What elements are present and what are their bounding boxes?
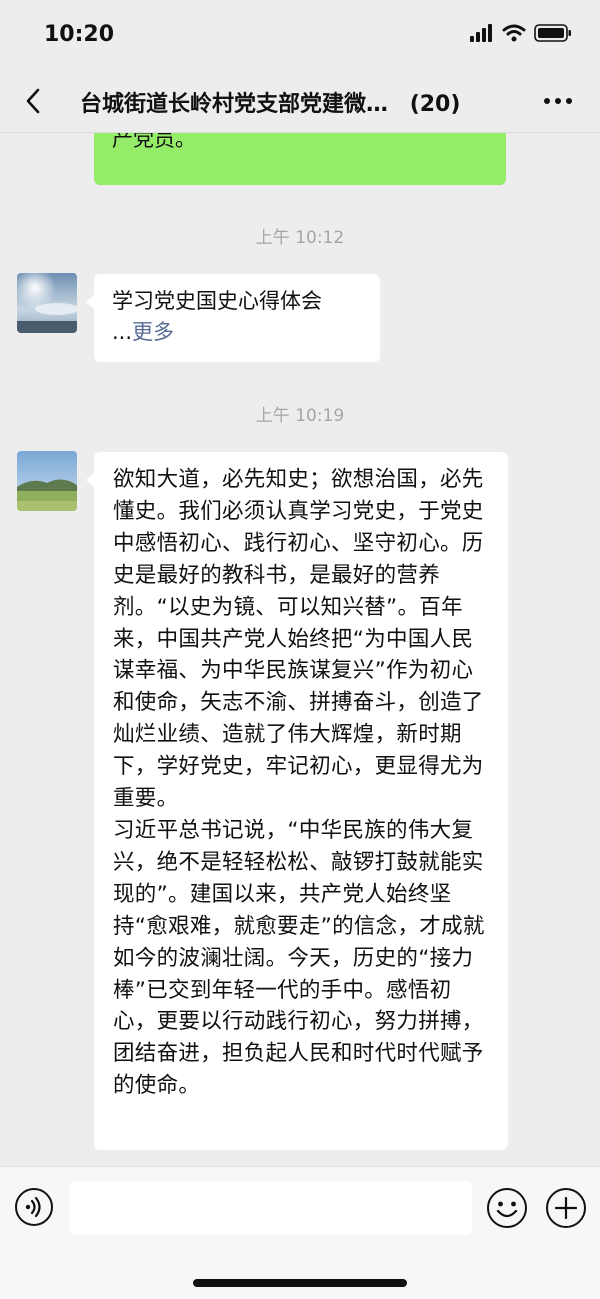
status-time: 10:20 xyxy=(44,22,115,47)
timestamp: 上午 10:19 xyxy=(255,406,345,426)
ellipsis-text: ... xyxy=(112,320,133,344)
avatar-sky-image xyxy=(17,273,77,333)
message-line: 产党员。 xyxy=(112,133,196,151)
avatar[interactable] xyxy=(17,273,77,333)
message-title: 学习党史国史心得体会 xyxy=(112,289,322,313)
received-message-bubble[interactable]: 学习党史国史心得体会 ...更多 xyxy=(86,274,380,362)
chat-title: 台城街道长岭村党支部党建微… (20) xyxy=(80,86,460,118)
more-link[interactable]: 更多 xyxy=(132,320,174,344)
signal-icon xyxy=(470,24,492,42)
group-name: 台城街道长岭村党支部党建微… xyxy=(80,92,389,117)
voice-icon[interactable] xyxy=(14,1187,54,1227)
status-icons xyxy=(470,24,572,42)
ellipsis-icon[interactable] xyxy=(540,84,576,118)
chat-area[interactable]: 产党员。 上午 10:12 学习党史国史心得体会 ...更多 上午 10:19 … xyxy=(0,133,600,1166)
wifi-icon xyxy=(502,24,526,42)
battery-icon xyxy=(534,24,571,42)
avatar-landscape-image xyxy=(17,451,77,511)
chevron-left-icon[interactable] xyxy=(18,84,52,118)
sent-message-bubble[interactable]: 产党员。 xyxy=(94,133,506,185)
avatar[interactable] xyxy=(17,451,77,511)
nav-bar: 台城街道长岭村党支部党建微… (20) xyxy=(0,70,600,133)
message-input[interactable] xyxy=(70,1181,472,1235)
timestamp: 上午 10:12 xyxy=(255,228,345,248)
emoji-icon[interactable] xyxy=(486,1187,528,1229)
member-count: (20) xyxy=(409,92,461,117)
status-bar: 10:20 xyxy=(0,0,600,70)
input-bar xyxy=(0,1166,600,1299)
message-more-row: ...更多 xyxy=(112,317,362,348)
plus-icon[interactable] xyxy=(545,1187,587,1229)
home-indicator[interactable] xyxy=(193,1279,407,1287)
received-message-bubble[interactable]: 欲知大道，必先知史；欲想治国，必先懂史。我们必须认真学习党史，于党史中感悟初心、… xyxy=(86,452,508,1150)
